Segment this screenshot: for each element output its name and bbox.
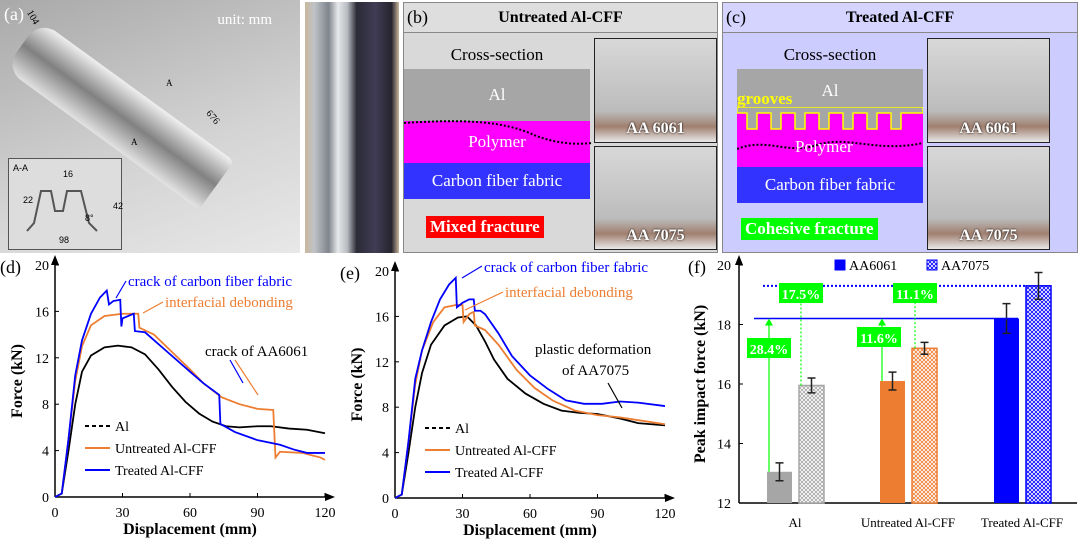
x-tick-label: Untreated Al-CFF — [861, 515, 955, 530]
bar-aa6061 — [880, 381, 905, 503]
y-tick-label: 12 — [35, 352, 49, 367]
legend-label: AA7075 — [941, 259, 989, 274]
y-axis-arrow — [51, 255, 59, 265]
x-tick-label: 120 — [655, 507, 676, 522]
y-tick-label: 12 — [717, 497, 731, 512]
y-tick-label: 20 — [375, 265, 389, 280]
legend-label: Treated Al-CFF — [115, 464, 204, 479]
percent-label: 28.4% — [750, 343, 789, 358]
x-axis-label: Displacement (mm) — [463, 522, 597, 539]
legend-label: Untreated Al-CFF — [455, 444, 557, 459]
bar-aa6061 — [994, 318, 1019, 503]
bar-aa7075 — [798, 384, 825, 504]
series-line-treated-al-cff — [394, 275, 666, 499]
x-axis-arrow — [325, 493, 335, 501]
x-tick-label: 120 — [315, 506, 336, 521]
annotation-arrow — [461, 265, 483, 279]
panel-label: (f) — [688, 257, 706, 278]
y-axis-arrow — [735, 255, 743, 265]
y-tick-label: 16 — [35, 305, 49, 320]
y-tick-label: 4 — [42, 445, 49, 460]
panel-label: (e) — [340, 263, 360, 284]
x-tick-label: Al — [789, 515, 802, 530]
x-tick-label: 60 — [523, 507, 537, 522]
annotation-arrow — [142, 301, 164, 314]
y-tick-label: 14 — [717, 438, 731, 453]
y-tick-label: 0 — [382, 492, 389, 507]
panel-label: (d) — [0, 257, 21, 278]
legend-label: AA6061 — [849, 259, 897, 274]
increase-arrowhead — [878, 318, 886, 326]
annotation-arrow — [115, 280, 127, 299]
y-tick-label: 20 — [717, 259, 731, 274]
x-axis-label: Displacement (mm) — [123, 521, 257, 538]
legend-label: Treated Al-CFF — [455, 466, 544, 481]
y-tick-label: 8 — [382, 401, 389, 416]
y-axis-label: Peak impact force (kN) — [692, 305, 709, 463]
x-tick-label: 90 — [591, 507, 605, 522]
y-tick-label: 8 — [42, 398, 49, 413]
legend-label: Al — [455, 422, 469, 437]
legend-label: Al — [115, 420, 129, 435]
x-tick-label: 30 — [456, 507, 470, 522]
y-axis-label: Force (kN) — [349, 348, 366, 422]
x-tick-label: 90 — [251, 506, 265, 521]
annotation-arrow — [234, 359, 259, 396]
annotation-arrow — [229, 359, 244, 384]
x-tick-label: Treated Al-CFF — [981, 515, 1063, 530]
y-tick-label: 4 — [382, 447, 389, 462]
annotation: crack of carbon fiber fabric — [484, 260, 648, 276]
y-tick-label: 16 — [717, 378, 731, 393]
annotation-arrow — [464, 291, 504, 311]
y-tick-label: 12 — [375, 356, 389, 371]
y-tick-label: 20 — [35, 259, 49, 274]
x-axis-arrow — [665, 494, 675, 502]
x-tick-label: 30 — [116, 506, 130, 521]
legend-swatch — [926, 259, 938, 271]
annotation-arrow — [607, 382, 623, 409]
legend-swatch — [834, 259, 846, 271]
bar-aa7075 — [1025, 285, 1052, 504]
x-tick-label: 60 — [183, 506, 197, 521]
annotation: of AA7075 — [562, 363, 629, 379]
y-axis-arrow — [391, 261, 399, 271]
annotation: interfacial debonding — [165, 295, 293, 311]
y-tick-label: 18 — [717, 319, 731, 334]
x-tick-label: 0 — [392, 507, 399, 522]
annotation: interfacial debonding — [505, 285, 633, 301]
y-axis-label: Force (kN) — [9, 344, 26, 418]
legend-label: Untreated Al-CFF — [115, 442, 217, 457]
panel-label: (b) — [407, 7, 428, 27]
annotation: plastic deformation — [535, 342, 652, 358]
x-tick-label: 0 — [52, 506, 59, 521]
percent-label: 11.6% — [860, 332, 898, 347]
increase-arrowhead — [765, 318, 773, 326]
annotation: crack of AA6061 — [205, 344, 308, 360]
y-tick-label: 16 — [375, 310, 389, 325]
charts: (d)0481216200 30 60 90 120Displacement (mm)F… — [0, 255, 1077, 539]
percent-label: 11.1% — [896, 288, 934, 303]
annotation: crack of carbon fiber fabric — [128, 274, 292, 290]
percent-label: 17.5% — [782, 288, 821, 303]
y-tick-label: 0 — [42, 491, 49, 506]
bar-aa7075 — [911, 347, 938, 504]
panel-label: (c) — [726, 7, 746, 27]
